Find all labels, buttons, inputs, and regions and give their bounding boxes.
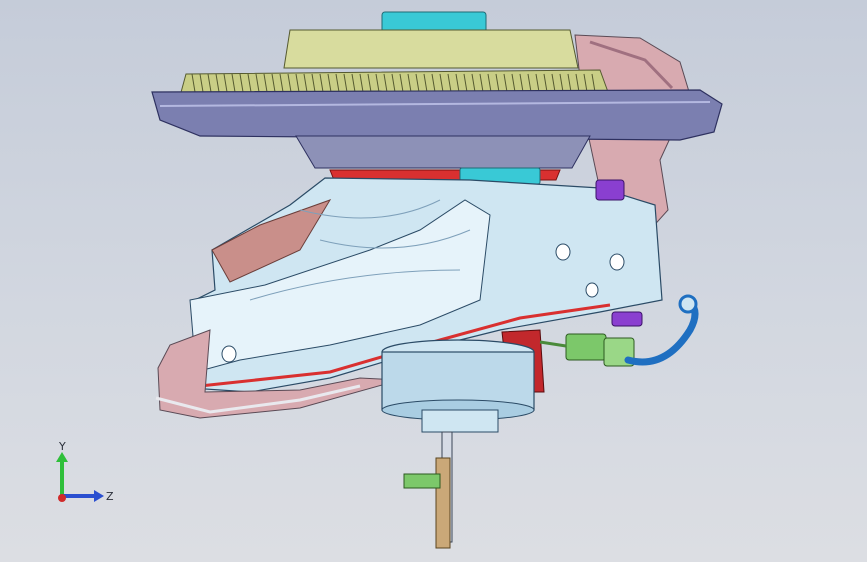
assembly-model[interactable] [0, 0, 867, 562]
triad-z-arrow [94, 490, 104, 502]
sensor-plate[interactable] [435, 457, 451, 549]
mount-hole-3[interactable] [585, 282, 599, 298]
hub-housing[interactable] [295, 135, 591, 169]
triad-x-origin [58, 494, 66, 502]
mount-hole-4[interactable] [221, 345, 237, 363]
cad-3d-viewport[interactable]: Y Z [0, 0, 867, 562]
mount-hole-1[interactable] [555, 243, 571, 261]
gear-upper-ring[interactable] [283, 29, 579, 69]
connector-1[interactable] [565, 333, 607, 361]
triad-y-label: Y [58, 440, 66, 453]
mount-hole-2[interactable] [609, 253, 625, 271]
sensor-stem[interactable] [421, 409, 499, 433]
triad-z-label: Z [106, 490, 114, 503]
hose-fitting[interactable] [678, 294, 698, 314]
lower-purple-bolt[interactable] [611, 311, 643, 327]
purple-stud[interactable] [595, 179, 625, 201]
green-pin[interactable] [403, 473, 441, 489]
wire-lead [539, 340, 567, 348]
mounting-plate[interactable] [151, 89, 723, 141]
triad-y-arrow [56, 452, 68, 462]
view-orientation-triad[interactable]: Y Z [40, 436, 130, 516]
